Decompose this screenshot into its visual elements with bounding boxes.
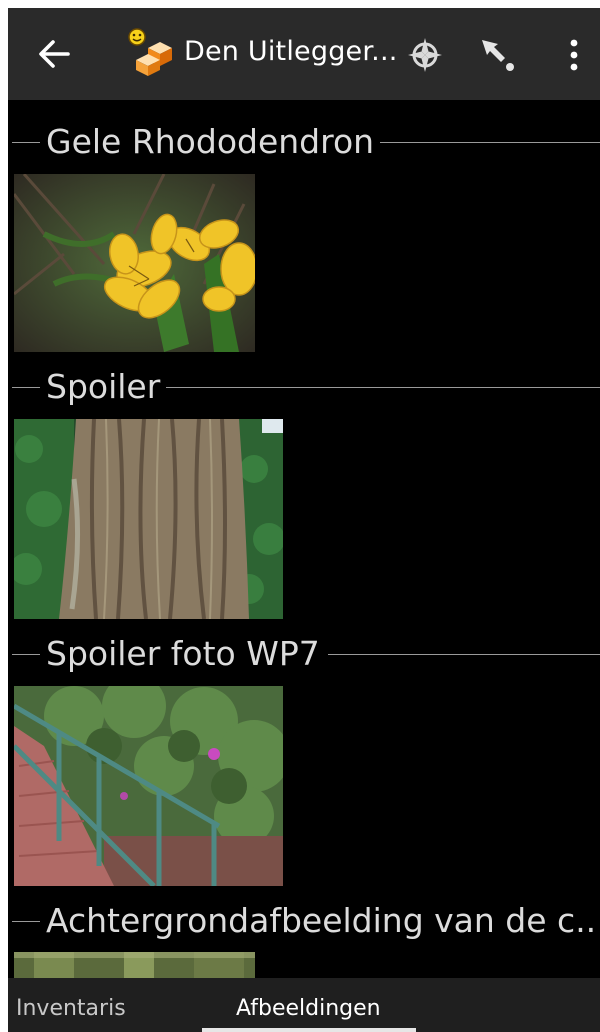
section-title: Spoiler foto WP7 — [46, 632, 326, 676]
arrow-left-icon — [39, 40, 70, 68]
section-header: Gele Rhododendron — [8, 120, 600, 164]
divider-line — [368, 142, 600, 143]
divider-line — [12, 654, 40, 655]
overflow-menu-icon[interactable] — [560, 34, 588, 76]
tab-inventaris[interactable]: Inventaris — [16, 978, 126, 1032]
tab-afbeeldingen[interactable]: Afbeeldingen — [236, 978, 381, 1032]
compass-button[interactable] — [404, 34, 446, 76]
app-screen: Den Uitlegger... Gele Rhododendron Spoil… — [8, 8, 600, 1032]
section-header: Achtergrondafbeelding van de c.. — [8, 899, 600, 943]
section-header: Spoiler — [8, 365, 600, 409]
section-title: Gele Rhododendron — [46, 120, 381, 164]
divider-line — [328, 654, 600, 655]
section-title: Spoiler — [46, 365, 167, 409]
section-header: Spoiler foto WP7 — [8, 632, 600, 676]
cache-title[interactable]: Den Uitlegger... — [184, 36, 398, 67]
divider-line — [12, 387, 40, 388]
divider-line — [162, 387, 600, 388]
tab-bar: Inventaris Afbeeldingen — [8, 978, 600, 1032]
image-thumbnail-tree-trunk[interactable] — [14, 419, 283, 619]
cache-type-icon — [128, 28, 172, 76]
image-thumbnail-yellow-rhododendron[interactable] — [14, 174, 255, 352]
divider-line — [12, 142, 40, 143]
image-thumbnail-bridge[interactable] — [14, 686, 283, 886]
image-thumbnail-background[interactable] — [14, 952, 255, 978]
back-button[interactable] — [30, 32, 80, 76]
active-tab-indicator — [202, 1028, 416, 1032]
action-bar: Den Uitlegger... — [8, 8, 600, 100]
navigate-icon[interactable] — [478, 34, 520, 76]
compass-icon — [408, 38, 442, 72]
divider-line — [12, 921, 40, 922]
section-title: Achtergrondafbeelding van de c.. — [46, 899, 600, 943]
